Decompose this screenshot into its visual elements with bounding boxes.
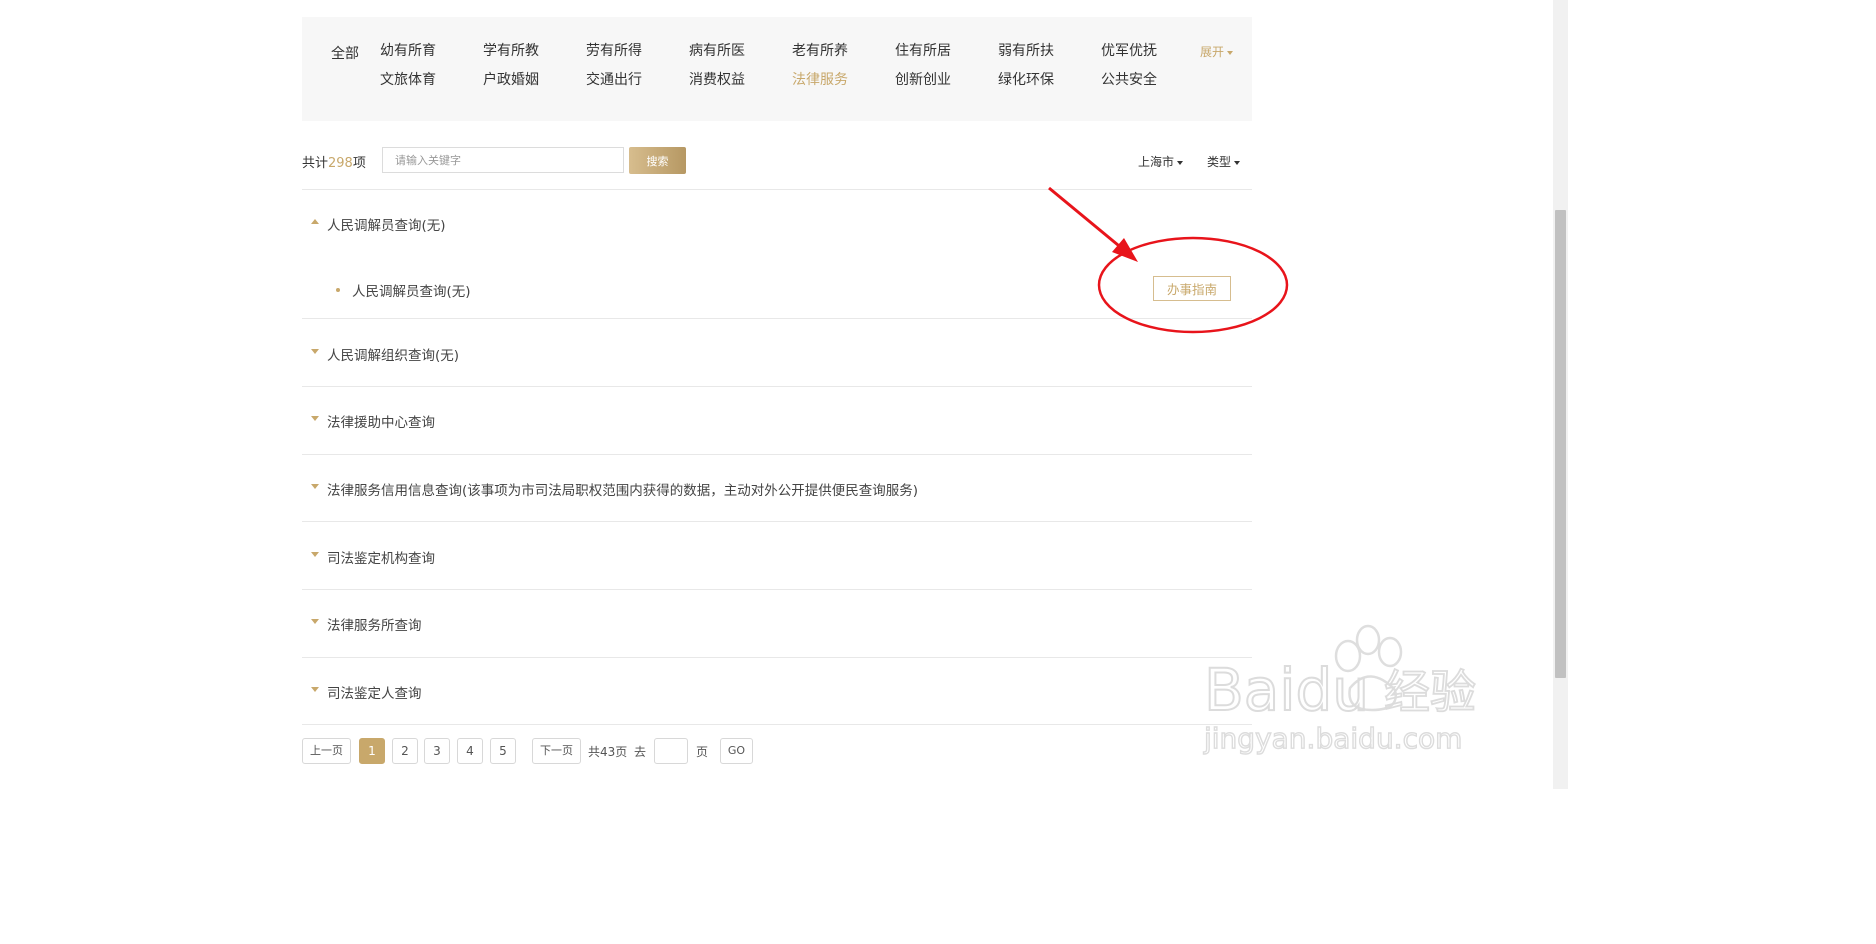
divider	[302, 318, 1252, 319]
caret-down-icon	[1234, 160, 1241, 165]
annotation-arrow-shaft	[1048, 186, 1125, 252]
divider	[302, 521, 1252, 522]
expand-button[interactable]: 展开	[1200, 43, 1234, 60]
page-button[interactable]: 5	[490, 738, 516, 764]
category-item[interactable]: 弱有所扶	[998, 43, 1101, 60]
category-item-legal-services[interactable]: 法律服务	[792, 72, 895, 89]
category-item[interactable]: 消费权益	[689, 72, 792, 89]
divider	[302, 189, 1252, 190]
page-button[interactable]: 2	[392, 738, 418, 764]
caret-down-icon	[311, 416, 319, 421]
paw-toe-icon	[1334, 639, 1362, 673]
watermark-brand: Baidu	[1204, 656, 1369, 724]
accordion-title: 法律服务信用信息查询(该事项为市司法局职权范围内获得的数据，主动对外公开提供便民…	[327, 483, 919, 499]
caret-down-icon	[311, 687, 319, 692]
divider	[302, 589, 1252, 590]
category-item[interactable]: 户政婚姻	[483, 72, 586, 89]
accordion-title: 人民调解员查询(无)	[327, 218, 446, 234]
accordion-title: 司法鉴定机构查询	[327, 551, 435, 567]
caret-down-icon	[1177, 160, 1184, 165]
total-count-text: 共计298项	[302, 152, 366, 171]
baidu-watermark: Baidu 经验 jingyan.baidu.com	[1202, 624, 1477, 756]
caret-down-icon	[1227, 50, 1234, 55]
category-item[interactable]: 创新创业	[895, 72, 998, 89]
bullet-icon	[336, 288, 340, 292]
total-count: 298	[328, 156, 353, 171]
category-item[interactable]: 绿化环保	[998, 72, 1101, 89]
annotation-arrow-head	[1112, 238, 1138, 262]
search-row: 共计298项 搜索 上海市 类型	[302, 146, 1252, 174]
goto-label: 去	[634, 745, 647, 759]
caret-up-icon	[311, 219, 319, 224]
category-all[interactable]: 全部	[331, 43, 359, 63]
scrollbar-thumb[interactable]	[1555, 210, 1566, 678]
accordion-title: 司法鉴定人查询	[327, 686, 422, 702]
paw-toe-icon	[1355, 624, 1381, 656]
watermark-brand-cn: 经验	[1384, 665, 1476, 719]
city-label: 上海市	[1138, 155, 1175, 169]
city-dropdown[interactable]: 上海市	[1138, 153, 1184, 170]
next-page-button[interactable]: 下一页	[532, 738, 581, 764]
type-dropdown[interactable]: 类型	[1207, 153, 1241, 170]
category-item[interactable]: 老有所养	[792, 43, 895, 60]
divider	[302, 454, 1252, 455]
accordion-title: 法律援助中心查询	[327, 415, 435, 431]
page-button[interactable]: 4	[457, 738, 483, 764]
search-button[interactable]: 搜索	[629, 147, 686, 174]
type-label: 类型	[1207, 155, 1232, 169]
guide-button[interactable]: 办事指南	[1153, 276, 1231, 301]
category-item[interactable]: 公共安全	[1101, 72, 1204, 89]
category-item[interactable]: 病有所医	[689, 43, 792, 60]
accordion-title: 法律服务所查询	[327, 618, 422, 634]
divider	[302, 386, 1252, 387]
category-item[interactable]: 优军优抚	[1101, 43, 1204, 60]
category-item[interactable]: 学有所教	[483, 43, 586, 60]
total-suffix: 项	[352, 156, 366, 171]
search-input[interactable]	[382, 147, 624, 173]
caret-down-icon	[311, 484, 319, 489]
category-item[interactable]: 文旅体育	[380, 72, 483, 89]
caret-down-icon	[311, 619, 319, 624]
paw-pad-icon	[1348, 675, 1397, 712]
watermark-url: jingyan.baidu.com	[1203, 722, 1462, 755]
caret-down-icon	[311, 349, 319, 354]
divider	[302, 657, 1252, 658]
go-button[interactable]: GO	[720, 738, 753, 764]
page-number-input[interactable]	[654, 738, 688, 764]
total-pages-text: 共43页	[588, 745, 628, 759]
page-button[interactable]: 3	[424, 738, 450, 764]
total-prefix: 共计	[302, 156, 329, 171]
category-item[interactable]: 幼有所育	[380, 43, 483, 60]
category-item[interactable]: 住有所居	[895, 43, 998, 60]
category-item[interactable]: 劳有所得	[586, 43, 689, 60]
category-panel: 全部 幼有所育 学有所教 劳有所得 病有所医 老有所养 住有所居 弱有所扶 优军…	[302, 17, 1252, 121]
page-unit-label: 页	[696, 745, 709, 759]
paw-toe-icon	[1377, 636, 1403, 668]
page-button[interactable]: 1	[359, 738, 385, 764]
expand-label: 展开	[1200, 45, 1225, 59]
accordion-title: 人民调解组织查询(无)	[327, 348, 460, 364]
category-grid: 幼有所育 学有所教 劳有所得 病有所医 老有所养 住有所居 弱有所扶 优军优抚 …	[380, 43, 1200, 89]
category-item[interactable]: 交通出行	[586, 72, 689, 89]
divider	[302, 724, 1252, 725]
prev-page-button[interactable]: 上一页	[302, 738, 351, 764]
sub-item-title: 人民调解员查询(无)	[352, 284, 471, 300]
caret-down-icon	[311, 552, 319, 557]
